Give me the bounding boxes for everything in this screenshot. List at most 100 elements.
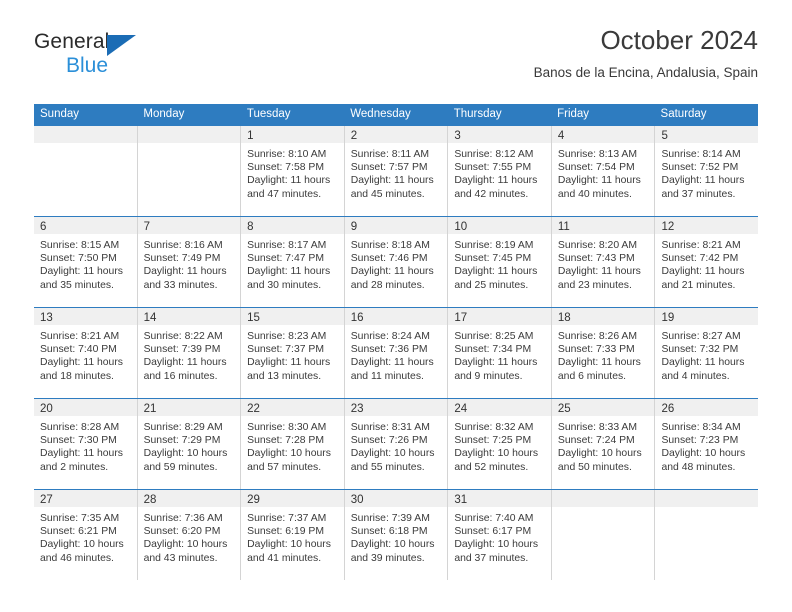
day-cell[interactable]: 5 Sunrise: 8:14 AM Sunset: 7:52 PM Dayli… (654, 126, 759, 216)
daylight-text-line2: and 37 minutes. (454, 552, 529, 564)
daylight-text-line1: Daylight: 10 hours (143, 539, 228, 551)
sunrise-text: Sunrise: 8:10 AM (247, 149, 327, 160)
day-cell[interactable]: 9 Sunrise: 8:18 AM Sunset: 7:46 PM Dayli… (343, 217, 448, 307)
day-cell[interactable]: 29 Sunrise: 7:37 AM Sunset: 6:19 PM Dayl… (240, 490, 344, 580)
day-cell[interactable]: 18 Sunrise: 8:26 AM Sunset: 7:33 PM Dayl… (550, 308, 655, 398)
day-details: Sunrise: 8:25 AM Sunset: 7:34 PM Dayligh… (448, 325, 551, 383)
day-cell[interactable]: 16 Sunrise: 8:24 AM Sunset: 7:36 PM Dayl… (343, 308, 448, 398)
brand-logo[interactable]: General Blue (34, 30, 234, 86)
day-number-band: 4 (551, 126, 655, 143)
day-details (34, 143, 137, 148)
day-cell[interactable]: 7 Sunrise: 8:16 AM Sunset: 7:49 PM Dayli… (136, 217, 241, 307)
week-row: 20 Sunrise: 8:28 AM Sunset: 7:30 PM Dayl… (34, 398, 759, 489)
day-cell[interactable]: 13 Sunrise: 8:21 AM Sunset: 7:40 PM Dayl… (34, 308, 137, 398)
day-cell[interactable]: 19 Sunrise: 8:27 AM Sunset: 7:32 PM Dayl… (654, 308, 759, 398)
sunrise-text: Sunrise: 8:14 AM (661, 149, 741, 160)
day-cell[interactable]: 4 Sunrise: 8:13 AM Sunset: 7:54 PM Dayli… (550, 126, 655, 216)
day-number-band: 8 (241, 217, 344, 234)
day-cell[interactable]: 8 Sunrise: 8:17 AM Sunset: 7:47 PM Dayli… (240, 217, 344, 307)
daylight-text-line1: Daylight: 11 hours (40, 357, 123, 369)
day-details: Sunrise: 8:19 AM Sunset: 7:45 PM Dayligh… (448, 234, 551, 292)
day-cell[interactable]: 21 Sunrise: 8:29 AM Sunset: 7:29 PM Dayl… (136, 399, 241, 489)
day-cell[interactable] (34, 126, 137, 216)
day-cell[interactable]: 20 Sunrise: 8:28 AM Sunset: 7:30 PM Dayl… (34, 399, 137, 489)
day-details (655, 507, 758, 512)
day-cell[interactable]: 2 Sunrise: 8:11 AM Sunset: 7:57 PM Dayli… (343, 126, 448, 216)
sunrise-text: Sunrise: 8:31 AM (350, 422, 430, 433)
day-cell[interactable]: 30 Sunrise: 7:39 AM Sunset: 6:18 PM Dayl… (343, 490, 448, 580)
day-number: 3 (454, 130, 461, 142)
sunrise-text: Sunrise: 8:25 AM (454, 331, 534, 342)
day-cell[interactable] (136, 126, 241, 216)
brand-name-general: General (34, 30, 110, 53)
sunset-text: Sunset: 7:50 PM (40, 253, 117, 265)
day-number: 26 (661, 403, 675, 415)
day-cell[interactable]: 27 Sunrise: 7:35 AM Sunset: 6:21 PM Dayl… (34, 490, 137, 580)
sunset-text: Sunset: 7:46 PM (350, 253, 428, 265)
daylight-text-line2: and 52 minutes. (454, 461, 529, 473)
day-number-band: 7 (137, 217, 241, 234)
daylight-text-line2: and 23 minutes. (557, 279, 632, 291)
sunrise-text: Sunrise: 7:40 AM (454, 513, 534, 524)
day-cell[interactable]: 11 Sunrise: 8:20 AM Sunset: 7:43 PM Dayl… (550, 217, 655, 307)
weekday-header-tuesday: Tuesday (246, 108, 291, 120)
day-details: Sunrise: 8:23 AM Sunset: 7:37 PM Dayligh… (241, 325, 344, 383)
weekday-header-monday: Monday (143, 108, 185, 120)
day-details: Sunrise: 7:36 AM Sunset: 6:20 PM Dayligh… (138, 507, 241, 565)
week-row: 27 Sunrise: 7:35 AM Sunset: 6:21 PM Dayl… (34, 489, 759, 580)
day-details: Sunrise: 8:29 AM Sunset: 7:29 PM Dayligh… (138, 416, 241, 474)
daylight-text-line2: and 4 minutes. (661, 370, 730, 382)
daylight-text-line2: and 39 minutes. (350, 552, 425, 564)
day-number: 16 (350, 312, 364, 324)
day-number-band: 19 (655, 308, 759, 325)
sunrise-text: Sunrise: 8:13 AM (557, 149, 638, 160)
day-cell[interactable]: 31 Sunrise: 7:40 AM Sunset: 6:17 PM Dayl… (447, 490, 551, 580)
day-cell[interactable]: 15 Sunrise: 8:23 AM Sunset: 7:37 PM Dayl… (240, 308, 344, 398)
day-cell[interactable]: 10 Sunrise: 8:19 AM Sunset: 7:45 PM Dayl… (447, 217, 551, 307)
sunrise-text: Sunrise: 8:19 AM (454, 240, 534, 251)
day-cell[interactable]: 28 Sunrise: 7:36 AM Sunset: 6:20 PM Dayl… (136, 490, 241, 580)
day-number-band: 9 (344, 217, 448, 234)
day-cell[interactable]: 1 Sunrise: 8:10 AM Sunset: 7:58 PM Dayli… (240, 126, 344, 216)
day-number-band: 23 (344, 399, 448, 416)
weekday-header-saturday: Saturday (660, 108, 707, 120)
day-number: 22 (247, 403, 260, 415)
day-number: 18 (557, 312, 571, 324)
daylight-text-line2: and 30 minutes. (247, 279, 322, 291)
day-details: Sunrise: 8:18 AM Sunset: 7:46 PM Dayligh… (345, 234, 448, 292)
day-cell[interactable]: 22 Sunrise: 8:30 AM Sunset: 7:28 PM Dayl… (240, 399, 344, 489)
day-cell[interactable]: 25 Sunrise: 8:33 AM Sunset: 7:24 PM Dayl… (550, 399, 655, 489)
daylight-text-line1: Daylight: 11 hours (661, 266, 745, 278)
day-number: 9 (350, 221, 358, 233)
day-cell[interactable] (550, 490, 655, 580)
day-cell[interactable]: 26 Sunrise: 8:34 AM Sunset: 7:23 PM Dayl… (654, 399, 759, 489)
day-number-band: 26 (655, 399, 759, 416)
sunrise-text: Sunrise: 8:33 AM (557, 422, 638, 433)
sunset-text: Sunset: 7:55 PM (454, 162, 532, 174)
day-cell[interactable]: 14 Sunrise: 8:22 AM Sunset: 7:39 PM Dayl… (136, 308, 241, 398)
daylight-text-line1: Daylight: 11 hours (557, 266, 641, 278)
day-number-band: 10 (448, 217, 551, 234)
day-number: 21 (143, 403, 157, 415)
day-number-band: 24 (448, 399, 551, 416)
sunrise-text: Sunrise: 8:32 AM (454, 422, 534, 433)
sunset-text: Sunset: 7:58 PM (247, 162, 324, 174)
daylight-text-line1: Daylight: 11 hours (40, 448, 123, 460)
daylight-text-line1: Daylight: 11 hours (143, 357, 227, 369)
day-cell[interactable] (654, 490, 759, 580)
day-details: Sunrise: 8:14 AM Sunset: 7:52 PM Dayligh… (655, 143, 758, 201)
day-details: Sunrise: 7:40 AM Sunset: 6:17 PM Dayligh… (448, 507, 551, 565)
day-cell[interactable]: 24 Sunrise: 8:32 AM Sunset: 7:25 PM Dayl… (447, 399, 551, 489)
day-cell[interactable]: 17 Sunrise: 8:25 AM Sunset: 7:34 PM Dayl… (447, 308, 551, 398)
sunrise-text: Sunrise: 8:12 AM (454, 149, 534, 160)
day-number: 8 (247, 221, 254, 233)
day-cell[interactable]: 6 Sunrise: 8:15 AM Sunset: 7:50 PM Dayli… (34, 217, 137, 307)
sunrise-text: Sunrise: 8:28 AM (40, 422, 120, 433)
day-number-band: 31 (448, 490, 551, 507)
day-cell[interactable]: 12 Sunrise: 8:21 AM Sunset: 7:42 PM Dayl… (654, 217, 759, 307)
day-cell[interactable]: 3 Sunrise: 8:12 AM Sunset: 7:55 PM Dayli… (447, 126, 551, 216)
sunset-text: Sunset: 7:33 PM (557, 344, 635, 356)
day-cell[interactable]: 23 Sunrise: 8:31 AM Sunset: 7:26 PM Dayl… (343, 399, 448, 489)
day-number: 25 (557, 403, 571, 415)
daylight-text-line1: Daylight: 11 hours (350, 175, 434, 187)
